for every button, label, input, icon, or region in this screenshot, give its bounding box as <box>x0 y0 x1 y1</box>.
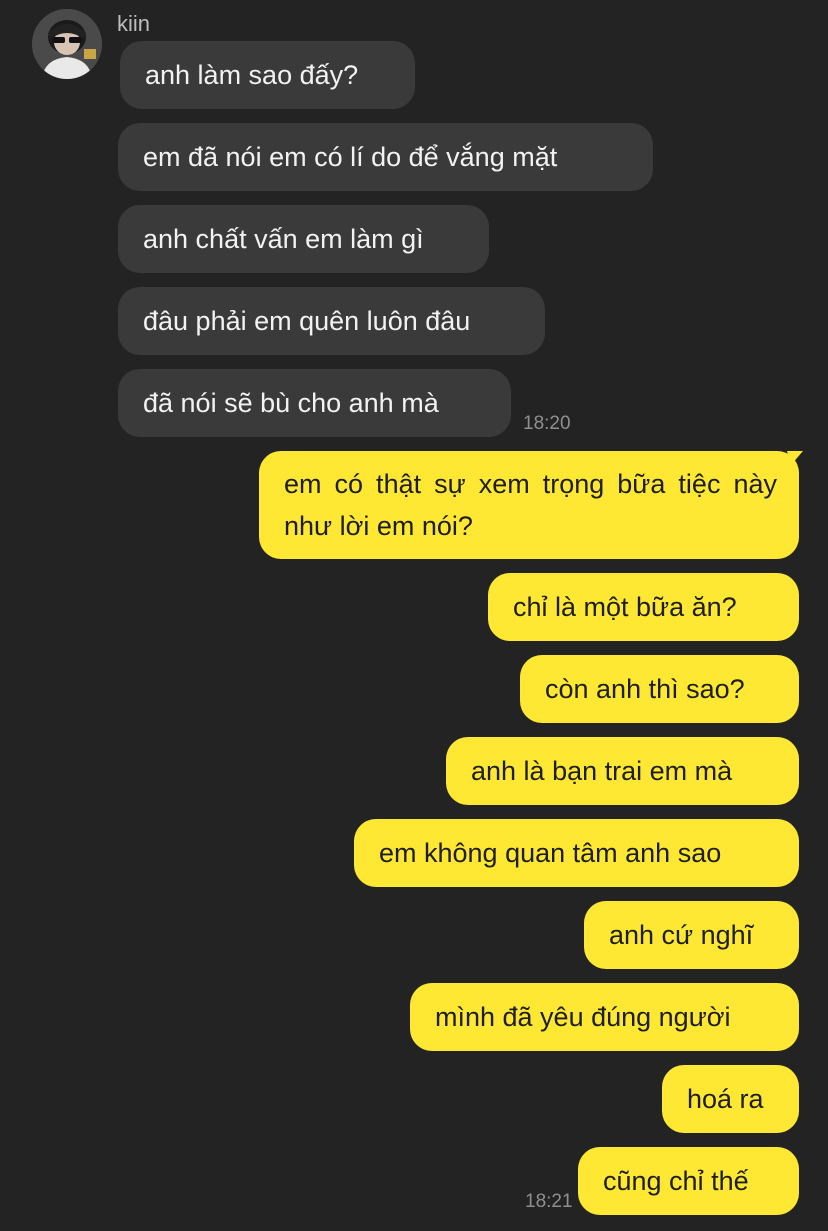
bubble-tail-icon <box>787 451 803 465</box>
incoming-message[interactable]: anh làm sao đấy? <box>120 41 415 109</box>
message-timestamp: 18:20 <box>523 413 571 434</box>
outgoing-message[interactable]: chỉ là một bữa ăn? <box>488 573 799 641</box>
message-timestamp: 18:21 <box>525 1191 573 1212</box>
incoming-message[interactable]: đâu phải em quên luôn đâu <box>118 287 545 355</box>
outgoing-message[interactable]: mình đã yêu đúng người <box>410 983 799 1051</box>
outgoing-message[interactable]: cũng chỉ thế <box>578 1147 799 1215</box>
outgoing-message[interactable]: anh cứ nghĩ <box>584 901 799 969</box>
incoming-message[interactable]: anh chất vấn em làm gì <box>118 205 489 273</box>
sender-name: kiin <box>117 11 151 36</box>
outgoing-message[interactable]: em có thật sự xem trọng bữa tiệc này như… <box>259 451 799 559</box>
outgoing-message[interactable]: hoá ra <box>662 1065 799 1133</box>
outgoing-message[interactable]: còn anh thì sao? <box>520 655 799 723</box>
incoming-message[interactable]: đã nói sẽ bù cho anh mà <box>118 369 511 437</box>
outgoing-message[interactable]: em không quan tâm anh sao <box>354 819 799 887</box>
outgoing-message[interactable]: anh là bạn trai em mà <box>446 737 799 805</box>
avatar[interactable] <box>32 9 102 79</box>
profile-photo-icon <box>32 9 102 79</box>
incoming-message[interactable]: em đã nói em có lí do để vắng mặt <box>118 123 653 191</box>
